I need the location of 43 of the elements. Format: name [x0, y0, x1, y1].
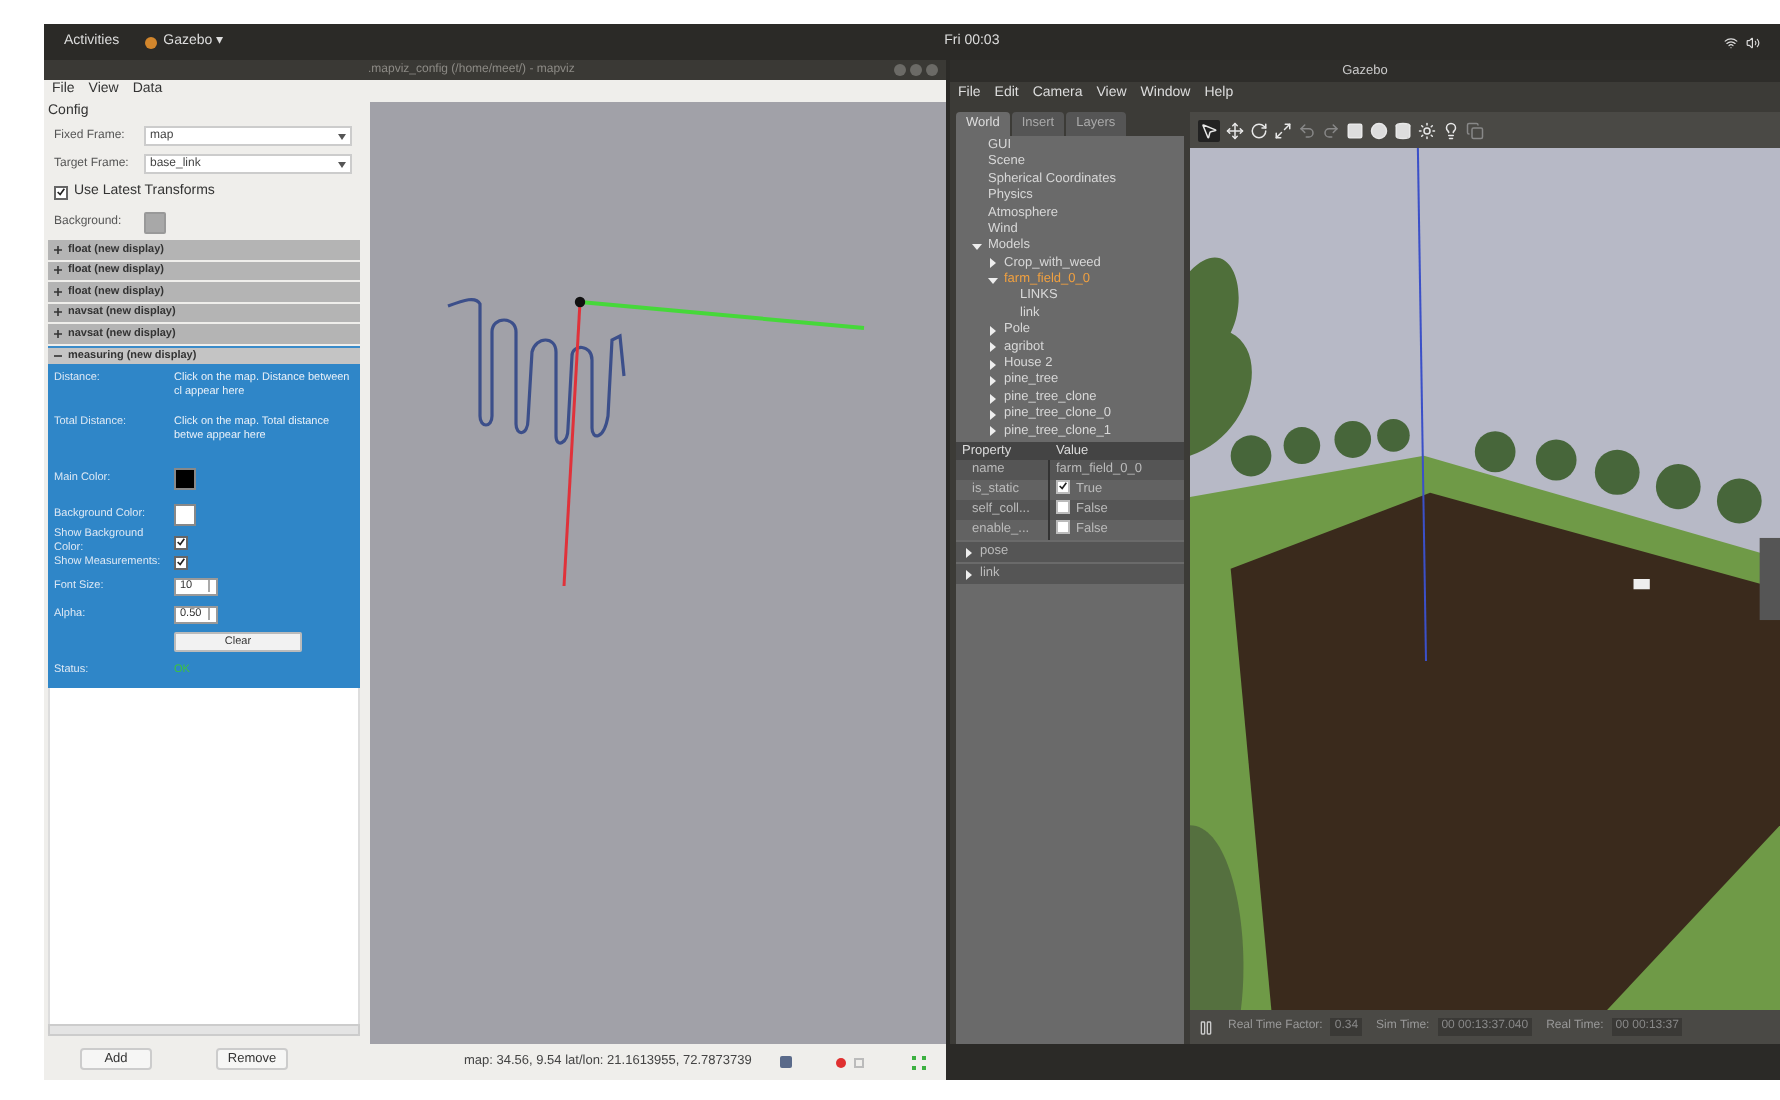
collapsed-arrow-icon[interactable] [988, 426, 998, 437]
undo-icon[interactable] [1298, 121, 1316, 139]
collapsed-arrow-icon[interactable] [988, 258, 998, 269]
collapsed-arrow-icon[interactable] [988, 376, 998, 387]
horizontal-scrollbar[interactable] [48, 1024, 360, 1036]
color-swatch[interactable] [174, 503, 196, 525]
plus-icon [54, 287, 62, 296]
collapsed-arrow-icon[interactable] [988, 359, 998, 370]
checkmark-icon [56, 186, 66, 198]
sun-icon[interactable] [1418, 121, 1436, 139]
select-tool[interactable] [1198, 119, 1220, 141]
cylinder-icon[interactable] [1394, 121, 1412, 139]
box-icon[interactable] [1346, 121, 1364, 139]
record-icon[interactable] [835, 1057, 846, 1067]
expanded-arrow-icon[interactable] [988, 275, 998, 286]
pause-icon[interactable] [1198, 1019, 1214, 1035]
plus-icon [54, 266, 62, 275]
collapsed-arrow-icon[interactable] [988, 342, 998, 353]
expanded-arrow-icon[interactable] [972, 242, 982, 253]
wifi-icon[interactable] [1724, 35, 1738, 49]
volume-icon[interactable] [1746, 35, 1760, 49]
dropdown-arrow-icon [338, 161, 346, 167]
scale-icon[interactable] [1274, 121, 1292, 139]
plus-icon [54, 308, 62, 317]
collapsed-arrow-icon[interactable] [988, 393, 998, 404]
collapsed-arrow-icon[interactable] [988, 409, 998, 420]
sphere-icon[interactable] [1370, 121, 1388, 139]
checkbox[interactable] [54, 185, 68, 199]
checkbox[interactable] [174, 555, 188, 569]
color-swatch[interactable] [174, 467, 196, 489]
dropdown-arrow-icon [338, 133, 346, 139]
plus-icon [54, 245, 62, 254]
color-swatch[interactable] [144, 211, 166, 233]
checkmark-icon [1058, 480, 1068, 493]
move-icon[interactable] [1226, 121, 1244, 139]
plus-icon [54, 329, 62, 338]
light-icon[interactable] [1442, 121, 1460, 139]
copy-icon[interactable] [1466, 121, 1484, 139]
grid-icon[interactable] [911, 1055, 926, 1069]
redo-icon[interactable] [1322, 121, 1340, 139]
checkbox[interactable] [174, 535, 188, 549]
collapsed-arrow-icon[interactable] [988, 325, 998, 336]
rotate-icon[interactable] [1250, 121, 1268, 139]
